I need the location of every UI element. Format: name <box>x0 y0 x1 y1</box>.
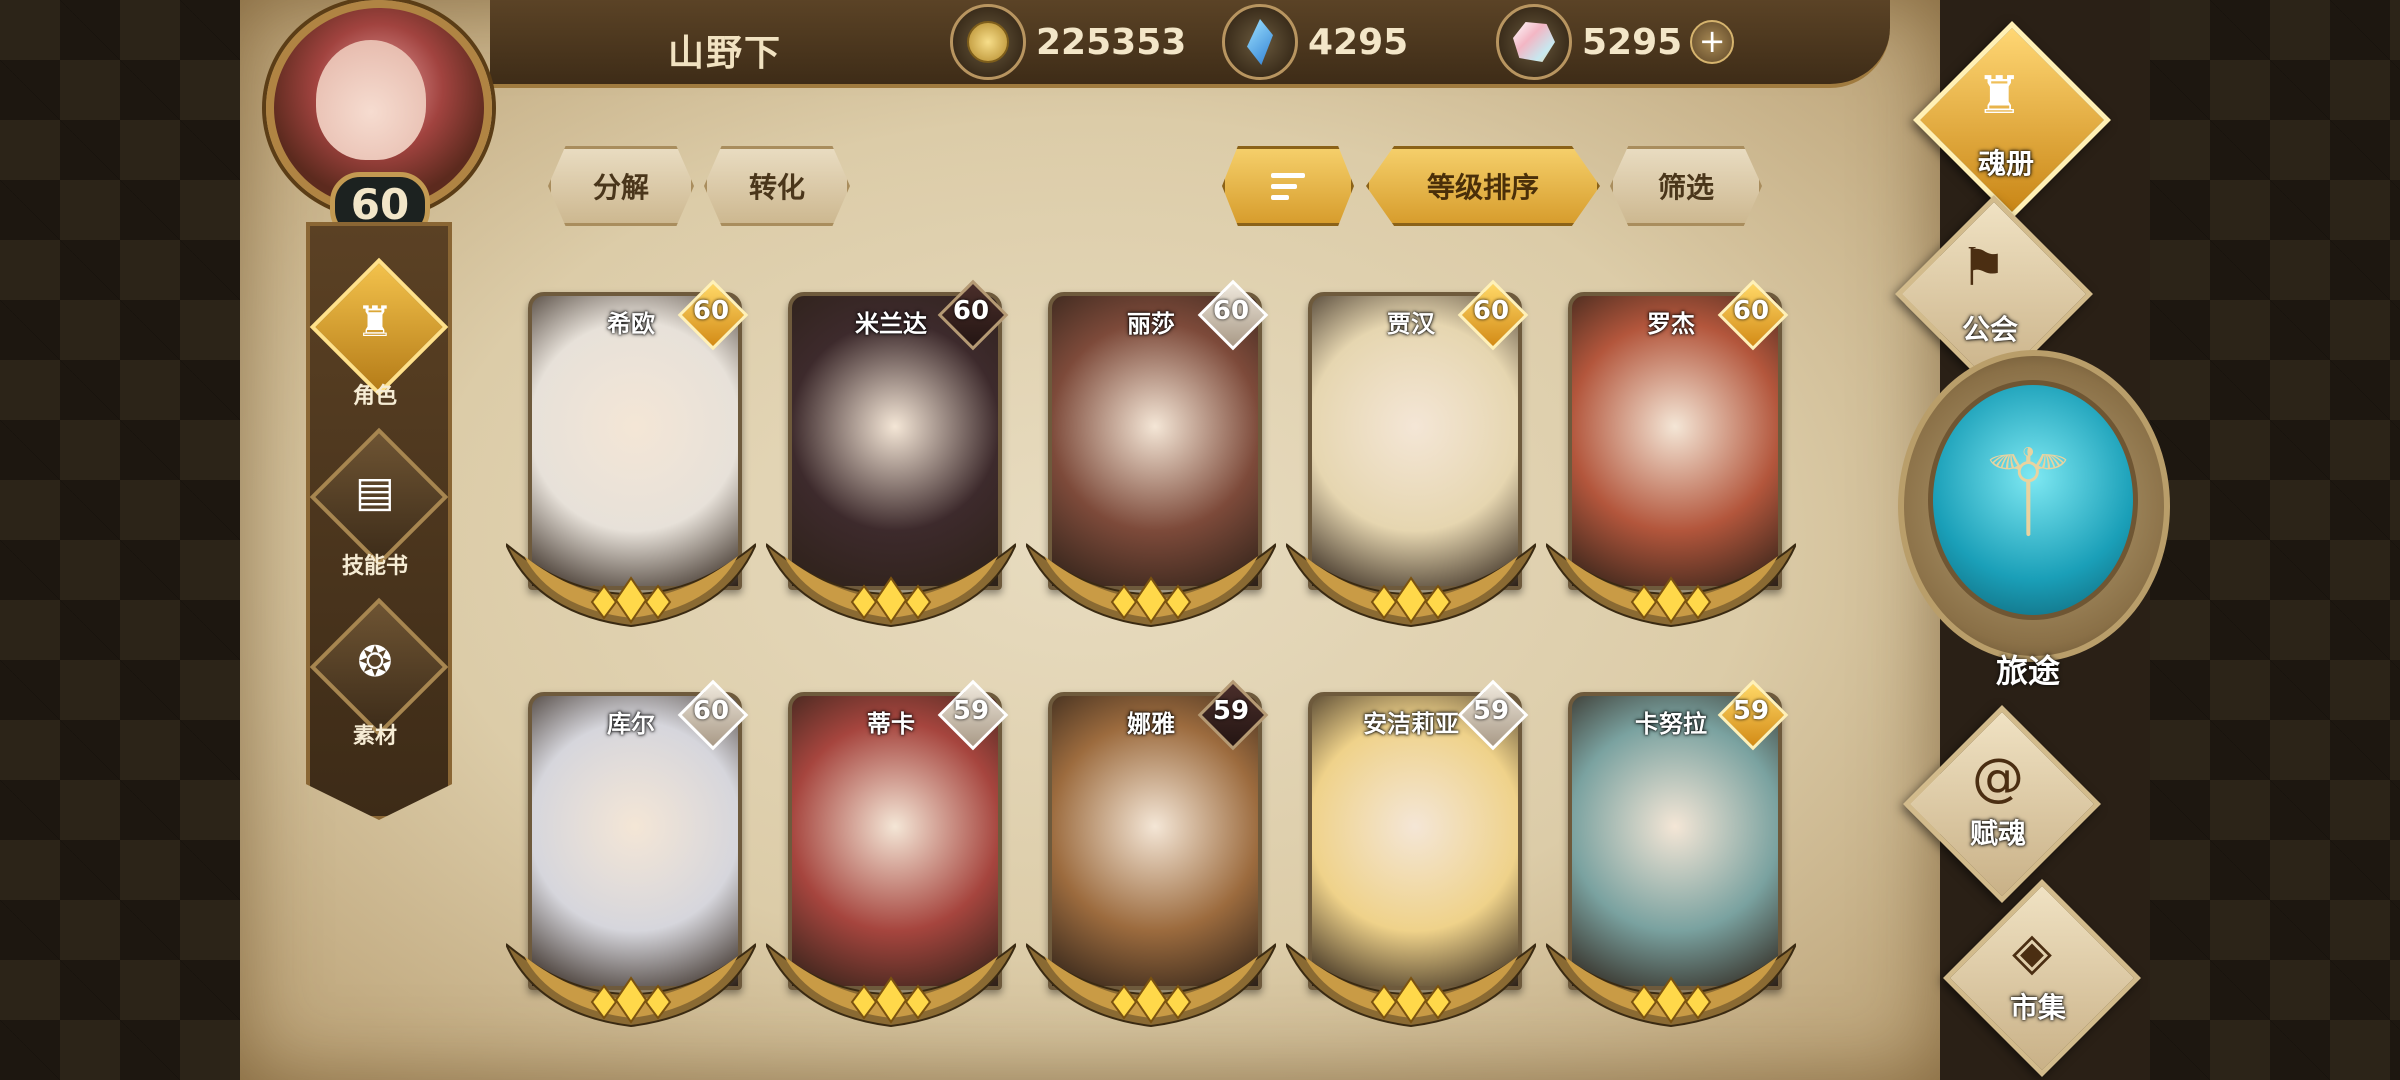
hero-level-badge: 60 <box>1457 279 1529 351</box>
hero-card[interactable]: 库尔 60 <box>506 679 756 1032</box>
guild-emblem-icon: ⚑ <box>1960 238 2007 298</box>
hero-card[interactable]: 贾汉 60 <box>1286 279 1536 632</box>
gold-wing-rank-icon <box>766 943 1016 1028</box>
gold-resource: 225353 <box>950 4 1187 80</box>
gold-wing-rank-icon <box>506 943 756 1028</box>
hero-level-badge: 59 <box>937 679 1009 751</box>
right-border-panel <box>2150 0 2400 1080</box>
category-tab-skillbook[interactable]: ▤ 技能书 <box>306 427 449 592</box>
hero-card[interactable]: 娜雅 59 <box>1026 679 1276 1032</box>
hero-card[interactable]: 米兰达 60 <box>766 279 1016 632</box>
player-name: 山野下 <box>668 33 783 74</box>
hero-level-badge: 60 <box>677 679 749 751</box>
nav-endow-soul[interactable]: @ 赋魂 <box>1868 705 2128 903</box>
hero-level-badge: 59 <box>1197 679 1269 751</box>
add-gem-button[interactable]: + <box>1690 20 1735 64</box>
hero-level-badge: 60 <box>677 279 749 351</box>
avatar-portrait <box>316 40 426 160</box>
filter-button[interactable]: 筛选 <box>1610 146 1762 226</box>
helmet-icon: ♜ <box>356 297 394 346</box>
crystal-amount: 4295 <box>1308 21 1409 63</box>
sort-lines-icon <box>1271 172 1305 200</box>
swirl-icon: @ <box>1972 748 2024 808</box>
gold-wing-rank-icon <box>1546 543 1796 628</box>
gold-wing-rank-icon <box>1026 943 1276 1028</box>
gem-amount: 5295 <box>1582 21 1683 63</box>
material-icon: ❂ <box>357 637 393 686</box>
hero-card[interactable]: 希欧 60 <box>506 279 756 632</box>
category-tab-role[interactable]: ♜ 角色 <box>306 257 449 422</box>
nav-soulbook[interactable]: ♜ 魂册 <box>1876 21 2136 224</box>
left-border-panel <box>0 0 240 1080</box>
hero-level-badge: 60 <box>1197 279 1269 351</box>
convert-button[interactable]: 转化 <box>704 146 850 226</box>
gold-wing-rank-icon <box>1026 543 1276 628</box>
hero-level-badge: 60 <box>937 279 1009 351</box>
gold-wing-rank-icon <box>1286 943 1536 1028</box>
sort-order-button[interactable] <box>1222 146 1354 226</box>
decompose-button[interactable]: 分解 <box>548 146 694 226</box>
crystal-icon <box>1222 4 1298 80</box>
player-avatar[interactable]: 60 <box>246 0 500 240</box>
crystal-resource: 4295 <box>1222 4 1409 80</box>
gold-wing-rank-icon <box>766 543 1016 628</box>
hero-level-badge: 59 <box>1717 679 1789 751</box>
gold-wing-rank-icon <box>506 543 756 628</box>
hero-card[interactable]: 卡努拉 59 <box>1546 679 1796 1032</box>
sort-by-level-button[interactable]: 等级排序 <box>1366 146 1600 226</box>
gem-resource: 5295 + <box>1496 4 1735 80</box>
nav-market[interactable]: ◈ 市集 <box>1908 879 2168 1077</box>
gold-coin-icon <box>950 4 1026 80</box>
hero-level-badge: 59 <box>1457 679 1529 751</box>
trident-emblem-icon: ⚚ <box>1974 425 2082 564</box>
soulbook-helmet-icon: ♜ <box>1976 66 2023 126</box>
skillbook-icon: ▤ <box>355 467 395 516</box>
hero-level-badge: 60 <box>1717 279 1789 351</box>
gold-wing-rank-icon <box>1546 943 1796 1028</box>
journey-button[interactable]: ⚚ 旅途 <box>1898 350 2170 690</box>
gold-wing-rank-icon <box>1286 543 1536 628</box>
hero-card[interactable]: 丽莎 60 <box>1026 279 1276 632</box>
category-tab-material[interactable]: ❂ 素材 <box>306 597 449 762</box>
gold-amount: 225353 <box>1036 21 1187 63</box>
gem-icon <box>1496 4 1572 80</box>
hero-card[interactable]: 安洁莉亚 59 <box>1286 679 1536 1032</box>
gem-market-icon: ◈ <box>2012 922 2052 982</box>
hero-card[interactable]: 蒂卡 59 <box>766 679 1016 1032</box>
hero-card[interactable]: 罗杰 60 <box>1546 279 1796 632</box>
